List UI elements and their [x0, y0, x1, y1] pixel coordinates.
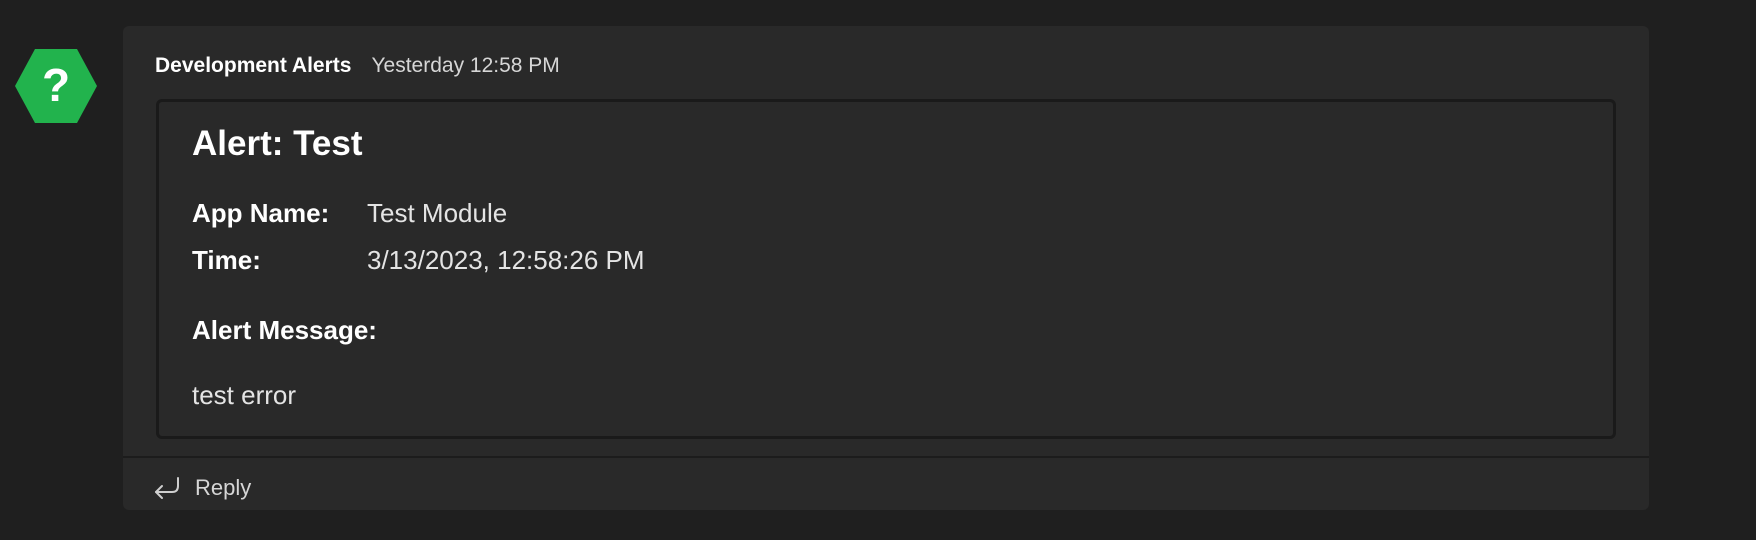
bot-avatar[interactable]: ?	[14, 48, 98, 124]
alert-message-label: Alert Message:	[192, 315, 377, 345]
reply-label: Reply	[195, 475, 252, 500]
avatar-glyph: ?	[42, 59, 70, 111]
fact-row-app-name: App Name: Test Module	[192, 198, 507, 229]
message-header: Development Alerts Yesterday 12:58 PM	[155, 54, 560, 82]
fact-row-time: Time: 3/13/2023, 12:58:26 PM	[192, 245, 645, 276]
fact-value: Test Module	[367, 198, 508, 228]
reply-button[interactable]: Reply	[151, 470, 251, 506]
fact-value: 3/13/2023, 12:58:26 PM	[367, 245, 645, 275]
alert-message-text: test error	[192, 380, 297, 410]
message-card: Development Alerts Yesterday 12:58 PM Al…	[123, 26, 1649, 510]
message-timestamp: Yesterday 12:58 PM	[371, 54, 560, 77]
fact-key: App Name:	[192, 198, 330, 228]
card-title: Alert: Test	[192, 124, 363, 163]
sender-name[interactable]: Development Alerts	[155, 54, 351, 78]
reply-arrow-icon	[155, 477, 179, 499]
question-mark-hexagon-icon: ?	[15, 49, 97, 123]
alert-card: Alert: Test App Name: Test Module Time: …	[156, 99, 1616, 439]
divider	[123, 456, 1649, 458]
fact-key: Time:	[192, 245, 261, 275]
